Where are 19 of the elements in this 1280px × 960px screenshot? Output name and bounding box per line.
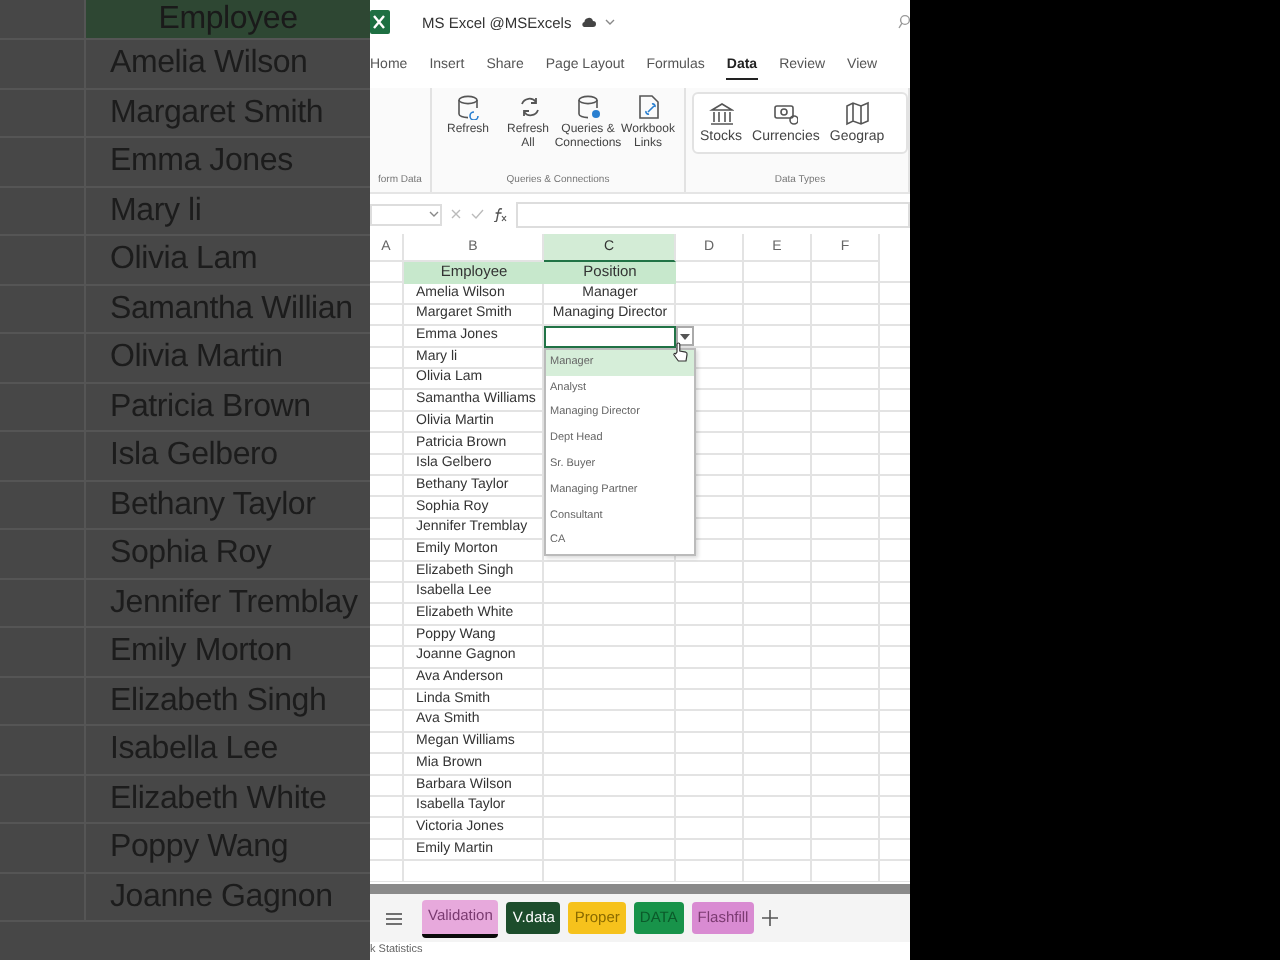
refresh-icon xyxy=(515,94,541,120)
plus-icon[interactable] xyxy=(762,910,779,926)
bank-icon xyxy=(708,100,734,126)
dropdown-button[interactable] xyxy=(676,326,694,347)
cloud-icon xyxy=(579,16,596,28)
function-icon[interactable] xyxy=(492,206,508,222)
search-icon[interactable] xyxy=(898,14,910,30)
menu-icon[interactable] xyxy=(386,911,402,925)
document-link-icon xyxy=(635,94,661,120)
active-cell[interactable] xyxy=(544,326,676,348)
cancel-icon[interactable] xyxy=(450,208,462,220)
map-icon xyxy=(844,100,870,126)
chevron-down-icon[interactable] xyxy=(428,210,440,218)
money-icon xyxy=(772,100,799,126)
checkmark-icon[interactable] xyxy=(470,208,484,220)
chevron-down-icon[interactable] xyxy=(603,18,616,26)
database-refresh-icon xyxy=(455,94,481,120)
database-icon xyxy=(575,94,601,120)
formula-field[interactable] xyxy=(516,201,910,227)
